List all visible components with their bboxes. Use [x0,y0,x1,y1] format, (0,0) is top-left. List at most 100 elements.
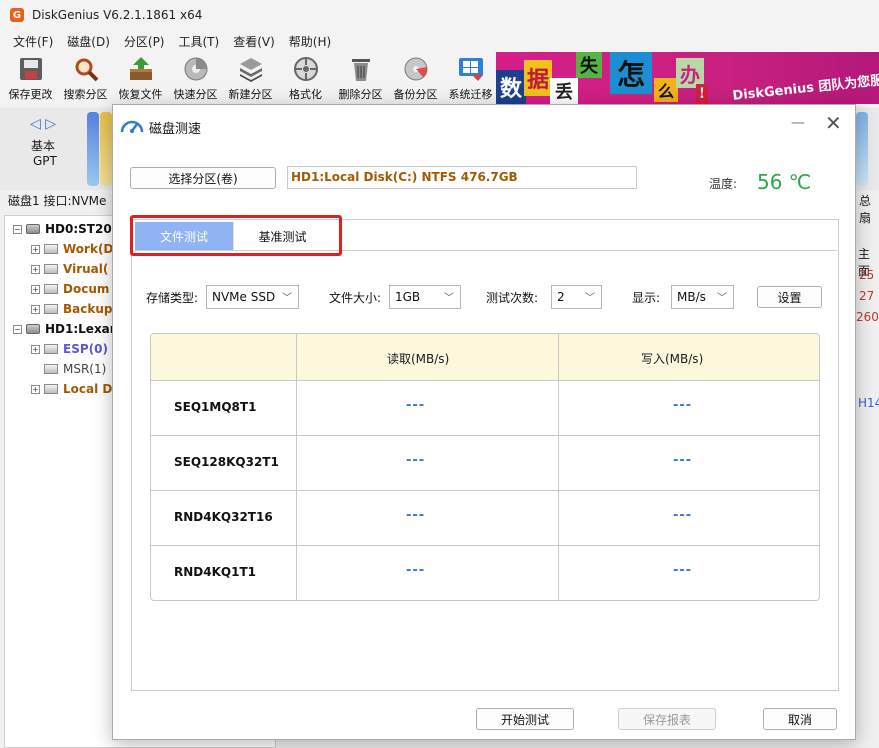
file-size-label: 文件大小: [329,291,382,305]
partition-icon [44,304,58,314]
partition-icon [44,384,58,394]
save-changes-button[interactable]: 保存更改 [3,52,58,104]
write-value: --- [673,453,693,468]
highlight-frame [130,215,342,256]
select-partition-button[interactable]: 选择分区(卷) [130,167,276,189]
disk-partition-bar[interactable] [100,112,112,186]
selected-partition-field: HD1:Local Disk(C:) NTFS 476.7GB [287,166,637,189]
expand-icon[interactable]: + [31,284,40,294]
diskgenius-logo-icon: G [10,8,24,22]
hard-disk-icon [26,324,40,334]
start-test-button[interactable]: 开始测试 [476,708,574,730]
banner-tile: 数 [496,70,526,104]
cancel-button[interactable]: 取消 [763,708,837,730]
dialog-title: 磁盘测速 [149,122,202,137]
menu-help[interactable]: 帮助(H) [282,33,338,50]
row-label-rnd4k-q32t16: RND4KQ32T16 [174,510,273,524]
promo-banner[interactable]: 数 据 丢 失 怎 么 办 ! DiskGenius 团队为您服 [496,52,879,104]
right-pane-value: 27 [859,289,875,303]
menu-disk[interactable]: 磁盘(D) [60,33,117,50]
expand-icon[interactable]: + [31,264,40,274]
banner-tile: 失 [576,52,602,78]
write-value: --- [673,398,693,413]
display-unit-select[interactable]: MB/s ﹀ [671,285,734,309]
quick-partition-icon [182,55,210,83]
disk-nav-arrows-icon[interactable]: ◁ ▷ [30,116,56,132]
banner-tile: 么 [654,78,678,102]
quick-partition-button[interactable]: 快速分区 [168,52,223,104]
hard-disk-icon [26,224,40,234]
banner-tile: ! [696,84,708,104]
system-migration-button[interactable]: 系统迁移 [443,52,498,104]
test-count-select[interactable]: 2 ﹀ [551,285,602,309]
menu-file[interactable]: 文件(F) [6,33,60,50]
chevron-down-icon: ﹀ [444,293,454,304]
tree-item-backup[interactable]: + Backup [31,302,112,316]
delete-partition-button[interactable]: 删除分区 [333,52,388,104]
partition-icon [44,364,58,374]
backup-disc-icon [402,55,430,83]
row-label-seq1m: SEQ1MQ8T1 [174,400,257,414]
tree-item-local-disk[interactable]: + Local D [31,382,112,396]
format-button[interactable]: 格式化 [278,52,333,104]
storage-type-select[interactable]: NVMe SSD ﹀ [206,285,299,309]
format-icon [292,55,320,83]
temperature-value: 56 ℃ [757,170,812,194]
tree-item-hd0[interactable]: − HD0:ST200 [13,222,120,236]
chevron-down-icon: ﹀ [717,293,727,304]
magnifier-icon [72,55,100,83]
menu-partition[interactable]: 分区(P) [117,33,172,50]
banner-text: DiskGenius 团队为您服 [731,73,879,104]
chevron-down-icon: ﹀ [585,293,595,304]
title-bar: G DiskGenius V6.2.1.1861 x64 [0,0,879,30]
storage-type-label: 存储类型: [146,291,199,305]
backup-partition-button[interactable]: 备份分区 [388,52,443,104]
expand-icon[interactable]: + [31,304,40,314]
recover-box-icon [127,55,155,83]
disk-info-label: 磁盘1 接口:NVMe [8,194,107,208]
new-partition-icon [237,55,265,83]
disk-type-label: 基本 [31,139,56,153]
right-pane-value: H14 [858,396,879,410]
right-pane-value: 260 [856,310,879,324]
trash-icon [347,55,375,83]
minimize-icon[interactable]: — [791,115,805,131]
close-icon[interactable]: ✕ [825,111,842,135]
search-partition-button[interactable]: 搜索分区 [58,52,113,104]
save-report-button[interactable]: 保存报表 [618,708,716,730]
menu-tools[interactable]: 工具(T) [172,33,227,50]
tree-item-hd1[interactable]: − HD1:Lexar [13,322,116,336]
tree-item-work[interactable]: + Work(D [31,242,113,256]
tree-item-esp[interactable]: + ESP(0) [31,342,108,356]
new-partition-button[interactable]: 新建分区 [223,52,278,104]
file-size-select[interactable]: 1GB ﹀ [389,285,461,309]
expand-icon[interactable]: + [31,244,40,254]
banner-tile: 据 [524,60,552,96]
recover-files-button[interactable]: 恢复文件 [113,52,168,104]
display-unit-label: 显示: [632,291,661,305]
write-value: --- [673,508,693,523]
collapse-icon[interactable]: − [13,224,22,234]
speedometer-icon [120,116,144,134]
tree-item-virual[interactable]: + Virual( [31,262,108,276]
collapse-icon[interactable]: − [13,324,22,334]
banner-tile: 怎 [610,52,652,94]
menu-view[interactable]: 查看(V) [226,33,282,50]
tree-item-msr[interactable]: MSR(1) [44,362,106,376]
partition-icon [44,344,58,354]
disk-partition-bar[interactable] [87,112,99,186]
expand-icon[interactable]: + [31,384,40,394]
disk-partition-bar[interactable] [856,112,868,186]
table-header [151,334,819,380]
settings-button[interactable]: 设置 [757,286,822,308]
column-header-read: 读取(MB/s) [387,352,450,366]
migrate-windows-icon [457,55,485,83]
read-value: --- [406,563,426,578]
temperature-label: 温度: [709,177,738,191]
read-value: --- [406,453,426,468]
partition-icon [44,244,58,254]
chevron-down-icon: ﹀ [282,293,292,304]
expand-icon[interactable]: + [31,344,40,354]
tree-item-documents[interactable]: + Docum [31,282,109,296]
partition-icon [44,284,58,294]
